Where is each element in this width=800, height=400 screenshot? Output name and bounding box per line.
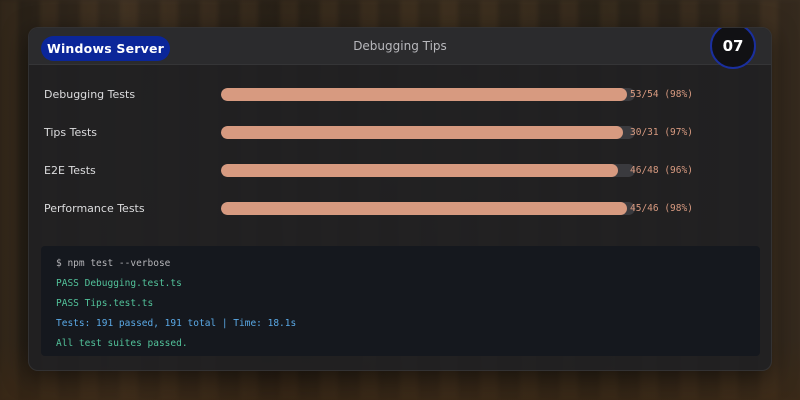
terminal-line: All test suites passed. [56, 338, 188, 349]
test-label: Performance Tests [44, 202, 145, 215]
terminal-line: PASS Debugging.test.ts [56, 278, 182, 289]
test-count: 30/31 (97%) [630, 127, 693, 138]
test-label: E2E Tests [44, 164, 96, 177]
test-label: Debugging Tests [44, 88, 136, 101]
test-row-performance: Performance Tests 45/46 (98%) [44, 200, 764, 218]
progress-track [221, 164, 635, 177]
test-count: 46/48 (96%) [630, 165, 693, 176]
terminal-summary: Tests: 191 passed, 191 total | Time: 18.… [56, 318, 297, 329]
terminal-command: $ npm test --verbose [56, 258, 171, 269]
test-row-e2e: E2E Tests 46/48 (96%) [44, 162, 764, 180]
page-title: Debugging Tips [353, 39, 447, 53]
test-results-panel: Windows Server Debugging Tips 07 Debuggi… [28, 27, 772, 371]
progress-track [221, 126, 635, 139]
terminal-output: $ npm test --verbose PASS Debugging.test… [41, 246, 760, 356]
terminal-line: PASS Tips.test.ts [56, 298, 154, 309]
test-label: Tips Tests [44, 126, 98, 139]
test-row-tips: Tips Tests 30/31 (97%) [44, 124, 764, 142]
progress-track [221, 202, 635, 215]
panel-header: Windows Server Debugging Tips [29, 28, 771, 65]
test-count: 45/46 (98%) [630, 203, 693, 214]
progress-fill [221, 88, 627, 101]
test-count: 53/54 (98%) [630, 89, 693, 100]
progress-fill [221, 202, 627, 215]
test-row-debugging: Debugging Tests 53/54 (98%) [44, 86, 764, 104]
progress-fill [221, 164, 619, 177]
progress-fill [221, 126, 623, 139]
progress-track [221, 88, 635, 101]
